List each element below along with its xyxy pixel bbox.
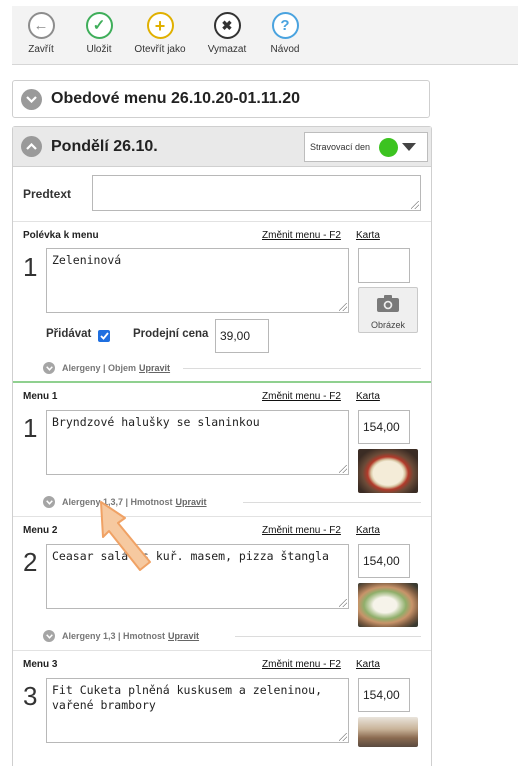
soup-section: Polévka k menu Změnit menu - F2 Karta 1 … — [13, 222, 431, 383]
open-as-button-label: Otevřít jako — [134, 44, 186, 55]
collapse-chevron-icon[interactable] — [21, 136, 42, 157]
menu-1-price-input[interactable]: 154,00 — [358, 410, 410, 444]
close-button-label: Zavřít — [28, 44, 54, 55]
menu-3-price-input[interactable]: 154,00 — [358, 678, 410, 712]
day-title: Pondělí 26.10. — [51, 137, 158, 155]
soup-price-input[interactable]: 39,00 — [215, 319, 269, 353]
save-button[interactable]: ✓ Uložit — [70, 6, 128, 64]
help-button[interactable]: ? Návod — [256, 6, 314, 64]
menu-3-label: Menu 3 — [23, 659, 58, 670]
menu-2-photo[interactable] — [358, 583, 418, 627]
status-dot-icon — [379, 137, 399, 157]
sale-price-label: Prodejní cena — [133, 328, 209, 340]
menu-1-name-input[interactable]: Bryndzové halušky se slaninkou — [46, 410, 349, 475]
day-panel: Pondělí 26.10. Stravovací den Predtext P… — [12, 126, 432, 766]
menu-2-number: 2 — [23, 547, 38, 577]
menu-2-card-link[interactable]: Karta — [356, 525, 380, 536]
divider — [243, 502, 421, 503]
menu-2-name-input[interactable]: Ceasar salát s kuř. masem, pizza štangla — [46, 544, 349, 609]
menu-1-photo[interactable] — [358, 449, 418, 493]
soup-edit-link[interactable]: Upravit — [139, 363, 170, 373]
add-label: Přidávat — [46, 328, 92, 340]
menu-1-edit-link[interactable]: Upravit — [176, 497, 207, 507]
predtext-input[interactable] — [92, 175, 421, 211]
chevron-down-icon[interactable] — [43, 496, 55, 508]
menu-2-change-menu-link[interactable]: Změnit menu - F2 — [262, 525, 341, 536]
day-type-select[interactable]: Stravovací den — [304, 132, 428, 162]
toolbar: ← Zavřít ✓ Uložit + Otevřít jako ✖ Vymaz… — [12, 6, 518, 65]
menu-2-name-text: Ceasar salát s kuř. masem, pizza štangla — [52, 549, 329, 563]
menu-2-edit-link[interactable]: Upravit — [168, 631, 199, 641]
menu-1-change-menu-link[interactable]: Změnit menu - F2 — [262, 391, 341, 402]
soup-allergen-row: Alergeny | Objem Upravit — [43, 362, 170, 374]
menu-1-name-text: Bryndzové halušky se slaninkou — [52, 415, 260, 429]
menu-3-photo[interactable] — [358, 717, 418, 747]
menu-3-change-menu-link[interactable]: Změnit menu - F2 — [262, 659, 341, 670]
caret-down-icon — [402, 143, 417, 151]
menu-2-section: Menu 2 Změnit menu - F2 Karta 2 Ceasar s… — [13, 517, 431, 651]
menu-1-label: Menu 1 — [23, 391, 58, 402]
divider — [235, 636, 421, 637]
menu-1-number: 1 — [23, 413, 38, 443]
soup-name-text: Zeleninová — [52, 253, 122, 267]
help-button-label: Návod — [270, 44, 300, 55]
menu-2-allergen-row: Alergeny 1,3 | Hmotnost Upravit — [43, 630, 199, 642]
soup-number: 1 — [23, 252, 38, 282]
check-icon: ✓ — [85, 12, 113, 39]
divider — [183, 368, 421, 369]
menu-2-allergen-text: Alergeny 1,3 | Hmotnost — [62, 631, 166, 641]
open-as-button[interactable]: + Otevřít jako — [128, 6, 192, 64]
delete-button[interactable]: ✖ Vymazat — [198, 6, 256, 64]
day-header: Pondělí 26.10. Stravovací den — [13, 127, 431, 167]
delete-button-label: Vymazat — [207, 44, 247, 55]
week-title: Obedové menu 26.10.20-01.11.20 — [51, 90, 301, 107]
help-icon: ? — [271, 12, 299, 39]
camera-icon — [377, 295, 399, 312]
day-type-value: Stravovací den — [310, 142, 371, 152]
chevron-down-icon[interactable] — [43, 630, 55, 642]
back-arrow-icon: ← — [27, 12, 55, 39]
add-checkbox[interactable] — [98, 330, 110, 342]
close-icon: ✖ — [213, 12, 241, 39]
predtext-row: Predtext — [13, 167, 431, 222]
soup-photo-button[interactable]: Obrázek — [358, 287, 418, 333]
plus-icon: + — [146, 12, 174, 39]
menu-2-price-input[interactable]: 154,00 — [358, 544, 410, 578]
menu-3-name-text: Fit Cuketa plněná kuskusem a zeleninou, … — [52, 683, 323, 712]
menu-3-section: Menu 3 Změnit menu - F2 Karta 3 Fit Cuke… — [13, 651, 431, 771]
menu-2-label: Menu 2 — [23, 525, 58, 536]
menu-3-card-link[interactable]: Karta — [356, 659, 380, 670]
close-button[interactable]: ← Zavřít — [12, 6, 70, 64]
chevron-down-icon[interactable] — [43, 362, 55, 374]
week-panel: Obedové menu 26.10.20-01.11.20 — [12, 80, 430, 118]
soup-label: Polévka k menu — [23, 230, 99, 241]
soup-change-menu-link[interactable]: Změnit menu - F2 — [262, 230, 341, 241]
photo-button-label: Obrázek — [370, 320, 405, 330]
menu-1-section: Menu 1 Změnit menu - F2 Karta 1 Bryndzov… — [13, 383, 431, 517]
soup-card-box[interactable] — [358, 248, 410, 283]
soup-name-input[interactable]: Zeleninová — [46, 248, 349, 313]
menu-3-number: 3 — [23, 681, 38, 711]
menu-1-card-link[interactable]: Karta — [356, 391, 380, 402]
expand-chevron-icon[interactable] — [21, 88, 42, 110]
save-button-label: Uložit — [86, 44, 112, 55]
predtext-label: Predtext — [23, 187, 72, 201]
annotation-arrow-icon — [100, 501, 151, 571]
menu-3-name-input[interactable]: Fit Cuketa plněná kuskusem a zeleninou, … — [46, 678, 349, 743]
soup-allergen-text: Alergeny | Objem — [62, 363, 137, 373]
soup-card-link[interactable]: Karta — [356, 230, 380, 241]
